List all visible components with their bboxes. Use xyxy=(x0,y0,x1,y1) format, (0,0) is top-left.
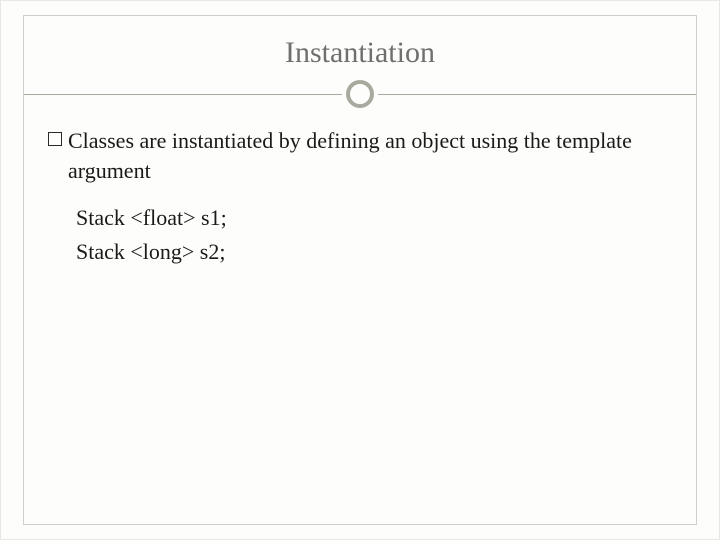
bullet-item: Classes are instantiated by defining an … xyxy=(48,126,672,185)
circle-icon xyxy=(346,80,374,108)
slide-title: Instantiation xyxy=(24,36,696,70)
slide: Instantiation Classes are instantiated b… xyxy=(0,0,720,540)
divider-ornament xyxy=(342,76,378,112)
code-line-2: Stack <long> s2; xyxy=(76,237,672,267)
bullet-text: Classes are instantiated by defining an … xyxy=(68,126,672,185)
code-block: Stack <float> s1; Stack <long> s2; xyxy=(76,203,672,266)
slide-body: Classes are instantiated by defining an … xyxy=(48,126,672,271)
code-line-1: Stack <float> s1; xyxy=(76,203,672,233)
content-box: Instantiation Classes are instantiated b… xyxy=(23,15,697,525)
square-bullet-icon xyxy=(48,132,62,146)
